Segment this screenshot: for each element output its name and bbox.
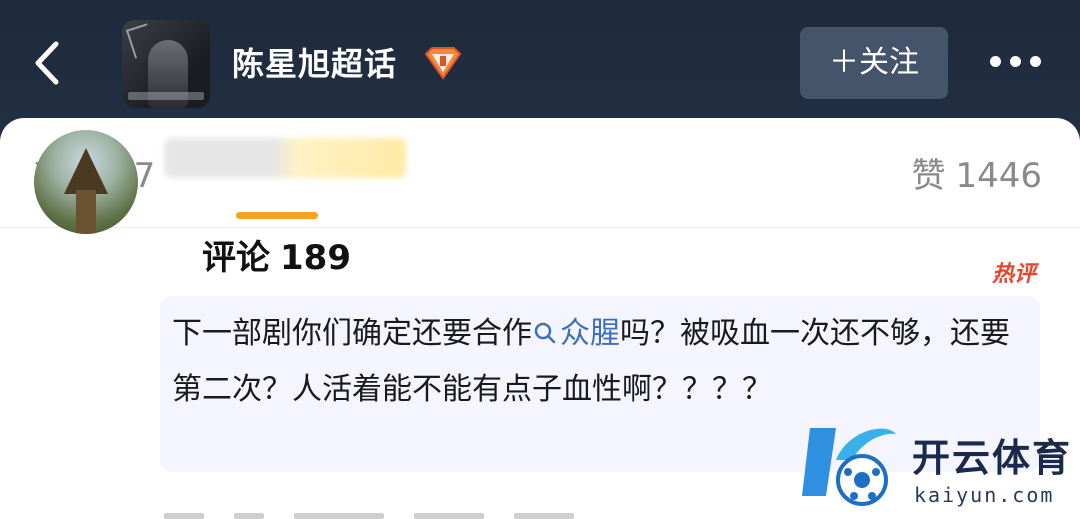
- search-icon: [534, 308, 556, 344]
- follow-button[interactable]: ＋关注: [800, 27, 948, 99]
- diamond-badge-icon: [424, 47, 462, 80]
- tab-bar: 转发67 评论189 赞1446: [0, 118, 1080, 278]
- topic-cover-image[interactable]: [122, 20, 210, 108]
- topic-title[interactable]: 陈星旭超话: [232, 42, 397, 86]
- topic-search-link[interactable]: 众腥: [532, 316, 620, 351]
- kaiyun-watermark: 开云体育 kaiyun.com: [796, 416, 1076, 518]
- tab-like-label: 赞: [911, 156, 946, 196]
- tab-like-count: 1446: [955, 156, 1042, 196]
- commenter-username-blurred[interactable]: [164, 138, 406, 178]
- more-options-button[interactable]: [990, 50, 1050, 74]
- commenter-avatar[interactable]: [34, 130, 138, 234]
- hot-comment-badge: 热评: [991, 262, 1036, 287]
- back-button[interactable]: [28, 38, 68, 88]
- watermark-domain: kaiyun.com: [914, 483, 1055, 507]
- chevron-left-icon: [35, 41, 59, 85]
- active-tab-indicator: [236, 212, 318, 219]
- topic-header: 陈星旭超话 ＋关注: [0, 0, 1080, 130]
- comment-text[interactable]: 下一部剧你们确定还要合作 众腥吗？被吸血一次还不够，还要第二次？人活着能不能有点子…: [172, 306, 1022, 418]
- topic-link-text: 众腥: [560, 316, 620, 351]
- comment-text-before: 下一部剧你们确定还要合作: [172, 316, 532, 351]
- tab-comment-label: 评论: [202, 238, 270, 278]
- tab-comment-count: 189: [280, 238, 351, 278]
- watermark-name: 开云体育: [912, 436, 1073, 480]
- more-dots-icon: [990, 56, 1001, 67]
- tab-like[interactable]: 赞 1446: [911, 154, 1042, 198]
- kaiyun-logo-icon: [802, 428, 896, 506]
